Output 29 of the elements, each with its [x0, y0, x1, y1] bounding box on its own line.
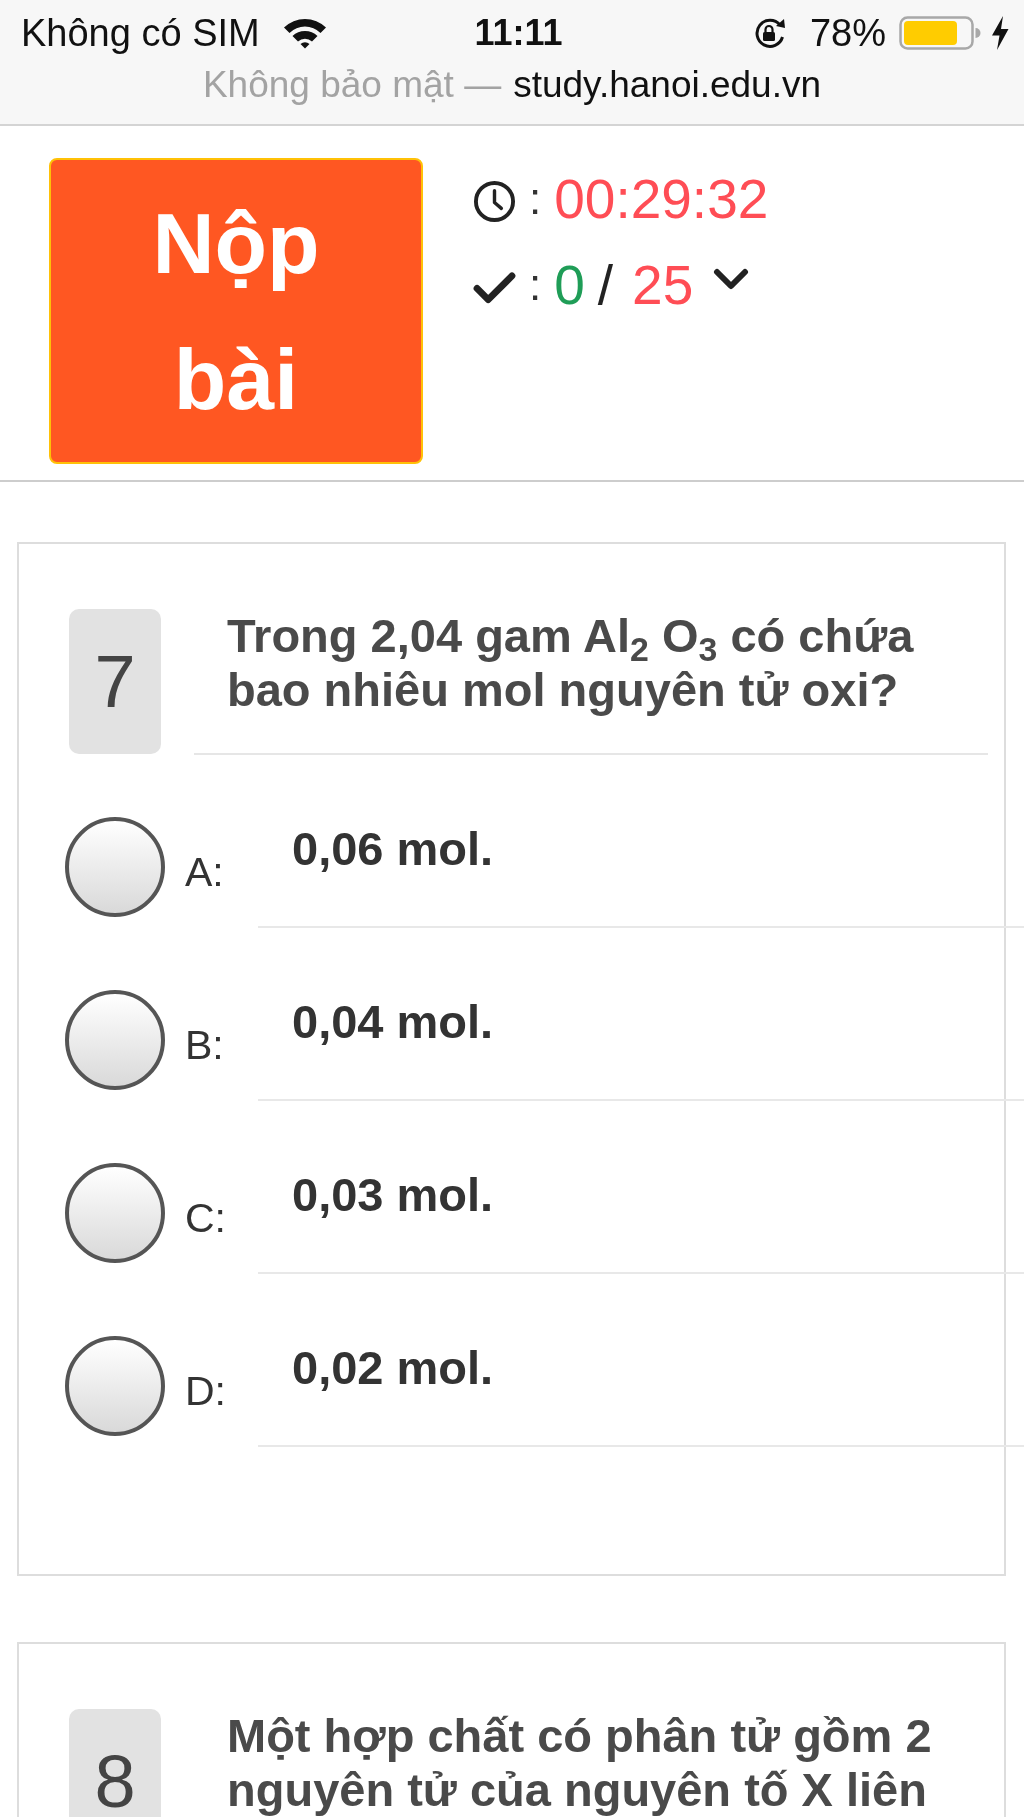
- count-slash: /: [597, 253, 614, 318]
- question-text: Một hợp chất có phân tử gồm 2 nguyên tử của nguyên tố X liên: [227, 1709, 933, 1817]
- answered-count: 0: [554, 253, 585, 318]
- total-count: 25: [632, 253, 694, 318]
- question-number: 7: [69, 609, 161, 754]
- question-text: Trong 2,04 gam Al$_{2}$ O$_{3}$ có chứa bao nhiêu mol nguyên tử oxi?: [227, 609, 915, 717]
- battery-icon: [899, 16, 981, 50]
- option-letter: A:: [185, 852, 225, 893]
- clock-icon: [473, 179, 516, 223]
- status-time: 11:11: [474, 11, 563, 55]
- battery-percent: 78%: [809, 11, 886, 56]
- answer-text: 0,04 mol.: [292, 995, 494, 1049]
- option-letter: B:: [185, 1025, 225, 1066]
- timer-text: 00:29:32: [554, 167, 769, 232]
- answer-text: 0,03 mol.: [292, 1168, 494, 1222]
- answer-text: 0,06 mol.: [292, 822, 494, 876]
- check-icon: [473, 270, 516, 304]
- submit-button[interactable]: Nộp bài: [49, 158, 423, 464]
- carrier-text: Không có SIM: [21, 11, 260, 56]
- timer-colon: :: [529, 173, 542, 225]
- wifi-icon: [282, 17, 327, 49]
- answer-text: 0,02 mol.: [292, 1341, 494, 1395]
- option-letter: C:: [185, 1198, 227, 1239]
- progress-colon: :: [529, 259, 542, 311]
- question-number: 8: [69, 1709, 161, 1817]
- chevron-down-icon[interactable]: [713, 268, 750, 292]
- url-text: study.hanoi.edu.vn: [513, 63, 822, 107]
- security-label: Không bảo mật —: [202, 63, 502, 107]
- option-letter: D:: [185, 1371, 227, 1412]
